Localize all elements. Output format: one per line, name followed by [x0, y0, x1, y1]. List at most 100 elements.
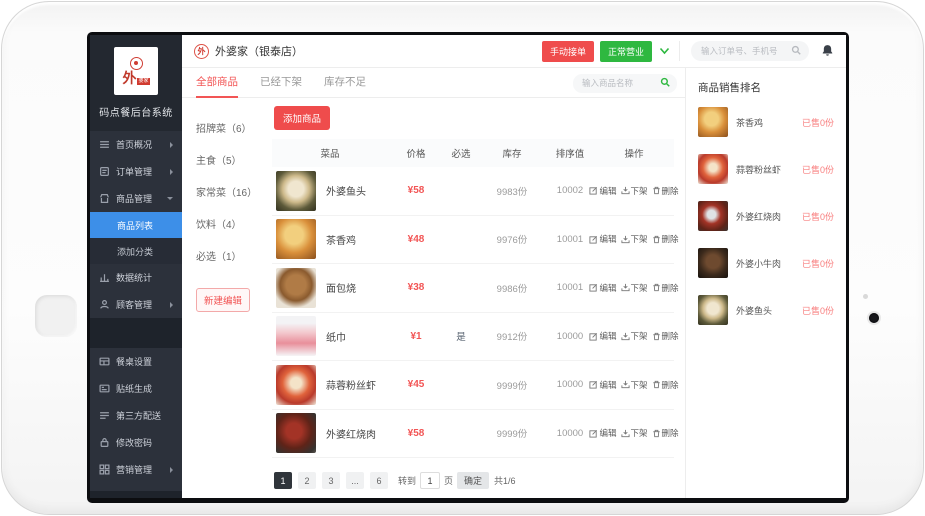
- ranking-item: 外婆红烧肉 已售0份: [698, 201, 834, 231]
- category-drinks[interactable]: 饮料（4）: [196, 216, 268, 231]
- pagination: 1 2 3 ... 6 转到 页 确定 共1/6: [274, 472, 685, 489]
- table-row: 纸巾 ¥1 是 9912份 10000 编辑 下架 删除: [272, 313, 674, 362]
- delete-button[interactable]: 删除: [652, 379, 679, 391]
- sidebar-header: 外 婆家 码点餐后台系统: [90, 35, 182, 131]
- goto-label: 转到: [398, 474, 416, 487]
- sidebar-item-home-overview[interactable]: 首页概况: [90, 131, 182, 158]
- sidebar-footer-space: [90, 491, 182, 498]
- add-product-button[interactable]: 添加商品: [274, 106, 330, 130]
- trash-icon: [652, 235, 661, 244]
- sidebar-item-product-list[interactable]: 商品列表: [90, 212, 182, 238]
- edit-icon: [589, 380, 598, 389]
- table-row: 面包烧 ¥38 9986份 10001 编辑 下架 删除: [272, 264, 674, 313]
- page-button-ellipsis[interactable]: ...: [346, 472, 364, 489]
- tablet-screen: 外 婆家 码点餐后台系统 首页概况 订单管理: [87, 32, 849, 503]
- edit-button[interactable]: 编辑: [589, 282, 616, 294]
- page-button-2[interactable]: 2: [298, 472, 316, 489]
- sidebar-submenu-products: 商品列表 添加分类: [90, 212, 182, 264]
- dish-price: ¥58: [388, 428, 444, 439]
- chevron-down-icon: [659, 47, 670, 55]
- off-shelf-icon: [621, 429, 630, 438]
- sidebar-item-label: 首页概况: [116, 138, 152, 151]
- status-dropdown-chevron[interactable]: [659, 47, 670, 55]
- edit-button[interactable]: 编辑: [589, 427, 616, 439]
- dish-sort: 10000: [546, 428, 594, 439]
- sidebar-item-customer-management[interactable]: 顾客管理: [90, 291, 182, 318]
- main-area: 外 外婆家（银泰店） 手动接单 正常营业: [182, 35, 846, 498]
- sidebar-item-order-management[interactable]: 订单管理: [90, 158, 182, 185]
- off-shelf-button[interactable]: 下架: [621, 282, 648, 294]
- off-shelf-button[interactable]: 下架: [621, 233, 648, 245]
- trash-icon: [652, 283, 661, 292]
- tab-all-products[interactable]: 全部商品: [196, 68, 238, 98]
- sidebar: 外 婆家 码点餐后台系统 首页概况 订单管理: [90, 35, 182, 498]
- ranking-dish-name: 茶香鸡: [736, 116, 802, 129]
- dish-name: 面包烧: [326, 280, 356, 295]
- category-homestyle[interactable]: 家常菜（16）: [196, 184, 268, 199]
- delete-button[interactable]: 删除: [652, 427, 679, 439]
- off-shelf-icon: [621, 380, 630, 389]
- camera-dot-small: [863, 294, 868, 299]
- store-name: 外婆家（银泰店）: [215, 43, 303, 59]
- sidebar-item-label: 数据统计: [116, 271, 152, 284]
- trash-icon: [652, 380, 661, 389]
- off-shelf-button[interactable]: 下架: [621, 379, 648, 391]
- sidebar-item-add-category[interactable]: 添加分类: [90, 238, 182, 264]
- brand-logo-char: 外: [122, 71, 136, 85]
- dish-sort: 10000: [546, 331, 594, 342]
- manual-order-button[interactable]: 手动接单: [542, 41, 594, 62]
- sidebar-item-change-password[interactable]: 修改密码: [90, 429, 182, 456]
- edit-button[interactable]: 编辑: [589, 330, 616, 342]
- orders-icon: [99, 166, 110, 177]
- edit-button[interactable]: 编辑: [589, 379, 616, 391]
- sidebar-item-table-settings[interactable]: 餐桌设置: [90, 348, 182, 375]
- off-shelf-button[interactable]: 下架: [621, 330, 648, 342]
- category-staple[interactable]: 主食（5）: [196, 152, 268, 167]
- sidebar-nav-secondary: 餐桌设置 贴纸生成 第三方配送 修改密码: [90, 348, 182, 491]
- tab-off-shelf[interactable]: 已经下架: [260, 68, 302, 98]
- edit-button[interactable]: 编辑: [589, 185, 616, 197]
- chevron-right-icon: [170, 142, 173, 148]
- edit-button[interactable]: 编辑: [589, 233, 616, 245]
- delete-button[interactable]: 删除: [652, 185, 679, 197]
- content: 全部商品 已经下架 库存不足 招牌菜（: [182, 68, 686, 498]
- header-required: 必选: [444, 146, 478, 160]
- ranking-title: 商品销售排名: [698, 80, 834, 95]
- new-edit-button[interactable]: 新建编辑: [196, 288, 250, 312]
- business-status-button[interactable]: 正常营业: [600, 41, 652, 62]
- page-button-6[interactable]: 6: [370, 472, 388, 489]
- sidebar-item-third-party-delivery[interactable]: 第三方配送: [90, 402, 182, 429]
- content-row: 招牌菜（6） 主食（5） 家常菜（16） 饮料（4） 必选（1） 新建编辑 添加…: [182, 98, 685, 498]
- page-button-1[interactable]: 1: [274, 472, 292, 489]
- off-shelf-button[interactable]: 下架: [621, 185, 648, 197]
- notifications-button[interactable]: [821, 44, 834, 58]
- sidebar-item-product-management[interactable]: 商品管理: [90, 185, 182, 212]
- ranking-sold-count: 已售0份: [802, 210, 834, 223]
- tab-bar: 全部商品 已经下架 库存不足: [182, 68, 685, 98]
- sidebar-item-marketing-management[interactable]: 营销管理: [90, 456, 182, 483]
- sidebar-item-data-statistics[interactable]: 数据统计: [90, 264, 182, 291]
- ranking-dish-name: 外婆小牛肉: [736, 257, 802, 270]
- delete-button[interactable]: 删除: [652, 233, 679, 245]
- category-required[interactable]: 必选（1）: [196, 248, 268, 263]
- order-search: [691, 41, 809, 61]
- delete-button[interactable]: 删除: [652, 282, 679, 294]
- category-signature[interactable]: 招牌菜（6）: [196, 120, 268, 135]
- sidebar-item-label: 修改密码: [116, 436, 152, 449]
- off-shelf-icon: [621, 186, 630, 195]
- delete-button[interactable]: 删除: [652, 330, 679, 342]
- goto-confirm-button[interactable]: 确定: [457, 472, 489, 489]
- tablet-home-button[interactable]: [35, 295, 77, 337]
- grid-icon: [99, 464, 110, 475]
- sidebar-item-sticker-generation[interactable]: 贴纸生成: [90, 375, 182, 402]
- off-shelf-button[interactable]: 下架: [621, 427, 648, 439]
- edit-icon: [589, 332, 598, 341]
- sidebar-item-label: 贴纸生成: [116, 382, 152, 395]
- tab-low-stock[interactable]: 库存不足: [324, 68, 366, 98]
- ranking-dish-name: 外婆红烧肉: [736, 210, 802, 223]
- sidebar-item-label: 第三方配送: [116, 409, 161, 422]
- system-title: 码点餐后台系统: [90, 104, 182, 119]
- dish-price: ¥45: [388, 379, 444, 390]
- goto-page-input[interactable]: [420, 472, 440, 489]
- page-button-3[interactable]: 3: [322, 472, 340, 489]
